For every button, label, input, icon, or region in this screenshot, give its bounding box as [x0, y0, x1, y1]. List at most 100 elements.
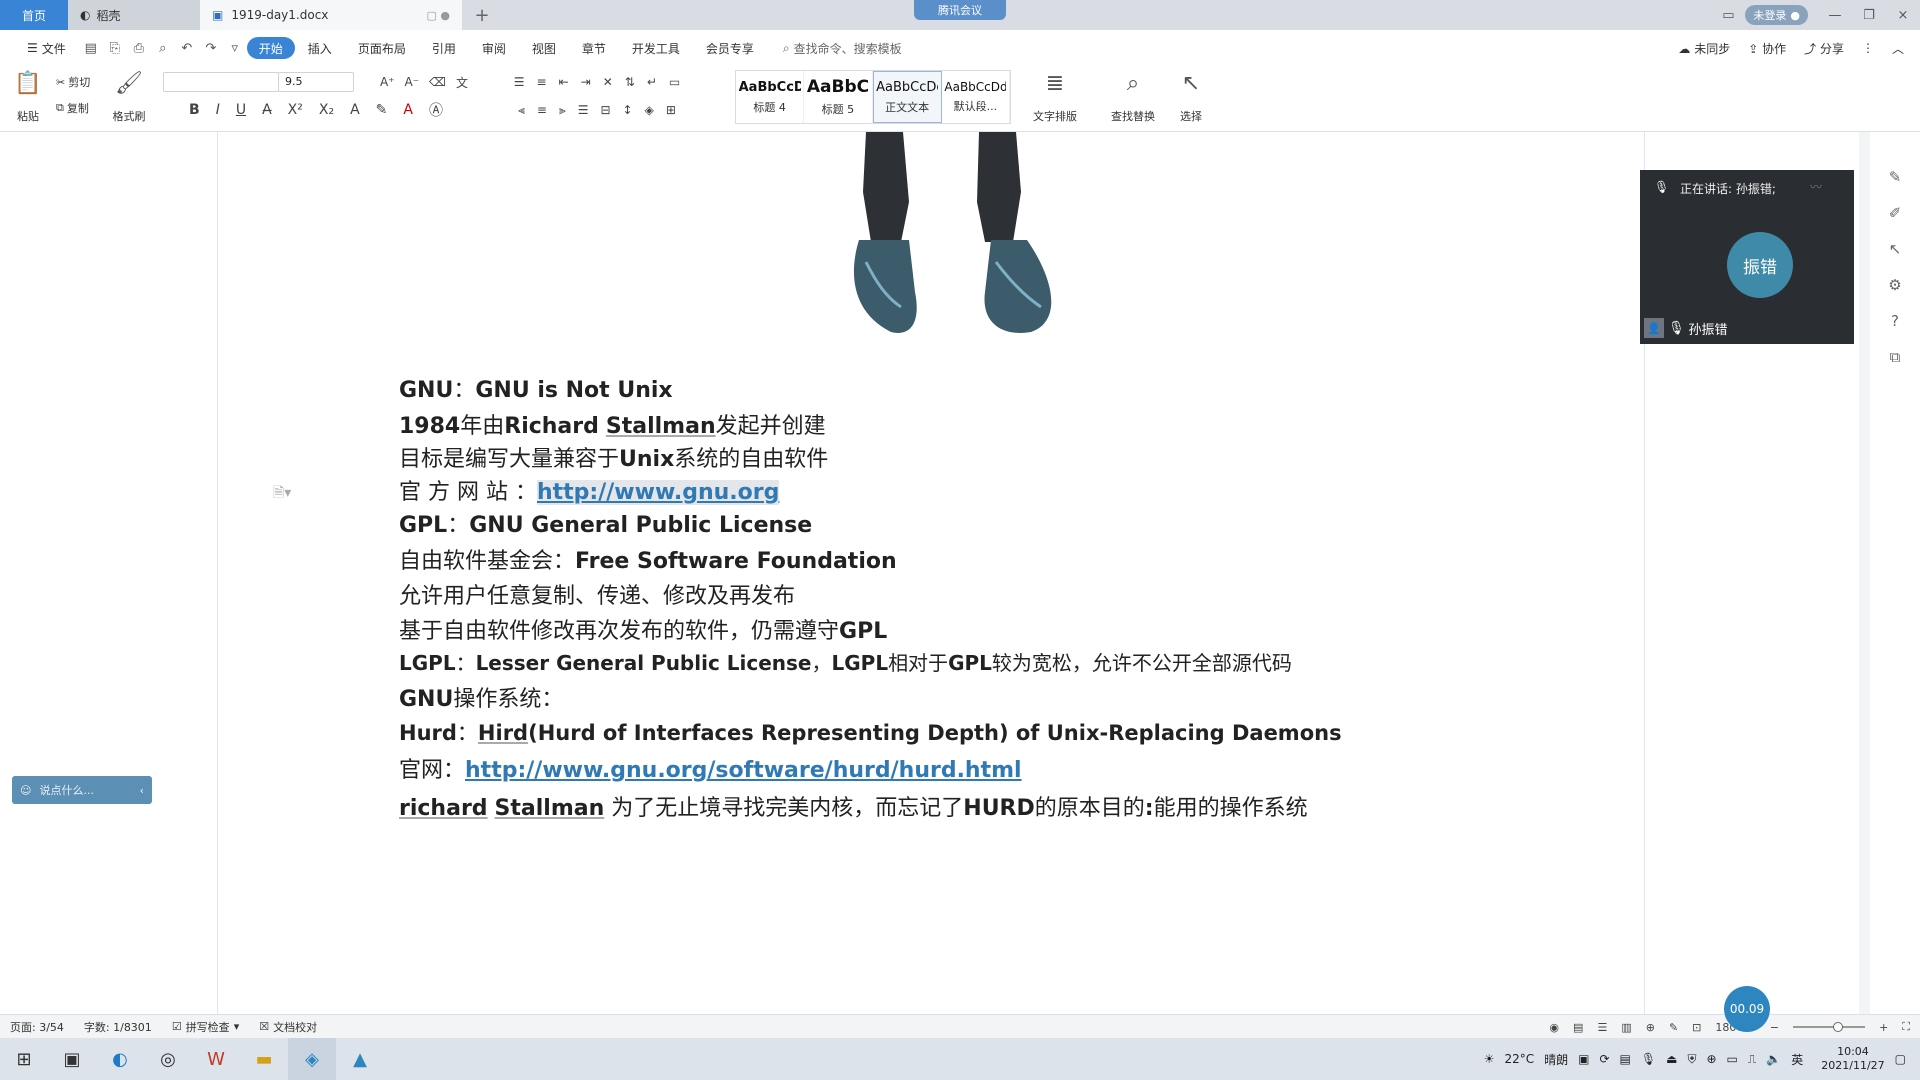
- eye-protection-icon[interactable]: ◉: [1549, 1021, 1559, 1034]
- outline-view-icon[interactable]: ☰: [1597, 1021, 1607, 1034]
- shading-icon[interactable]: ◈: [645, 103, 654, 117]
- shrink-font-icon[interactable]: A⁻: [405, 75, 420, 89]
- font-family-select[interactable]: [163, 72, 279, 92]
- taskbar-app-meeting[interactable]: ◈: [288, 1038, 336, 1080]
- page-view-icon[interactable]: ▤: [1573, 1021, 1583, 1034]
- clear-format-icon[interactable]: ⌫: [429, 75, 446, 89]
- style-default-paragraph[interactable]: AaBbCcDd 默认段...: [942, 71, 1010, 123]
- network-icon[interactable]: ⎍: [1748, 1052, 1756, 1067]
- bullet-list-icon[interactable]: ☰: [514, 75, 525, 89]
- tab-page-layout[interactable]: 页面布局: [345, 37, 419, 59]
- tab-section[interactable]: 章节: [569, 37, 619, 59]
- read-view-icon[interactable]: ▥: [1621, 1021, 1631, 1034]
- style-body-text[interactable]: AaBbCcDc 正文文本: [872, 71, 942, 123]
- customize-icon[interactable]: ▿: [223, 37, 247, 59]
- italic-icon[interactable]: I: [216, 102, 220, 118]
- tab-member[interactable]: 会员专享: [693, 37, 767, 59]
- zoom-in-icon[interactable]: +: [1879, 1021, 1888, 1034]
- print-icon[interactable]: ⎙: [127, 37, 151, 59]
- login-button[interactable]: 未登录 ●: [1745, 5, 1808, 25]
- export-icon[interactable]: ⎘: [103, 37, 127, 59]
- help-icon[interactable]: ?: [1884, 310, 1906, 332]
- proofread-button[interactable]: ☒ 文档校对: [249, 1019, 327, 1035]
- paste-button[interactable]: 📋 粘贴: [8, 70, 48, 124]
- underline-icon[interactable]: U: [236, 102, 246, 118]
- command-search[interactable]: ⌕ 查找命令、搜索模板: [783, 40, 902, 57]
- font-color-icon[interactable]: A: [403, 102, 413, 118]
- tab-review[interactable]: 审阅: [469, 37, 519, 59]
- chinese-layout-icon[interactable]: ✕: [603, 75, 613, 89]
- undo-icon[interactable]: ↶: [175, 37, 199, 59]
- fullscreen-icon[interactable]: ⛶: [1902, 1020, 1910, 1034]
- grow-font-icon[interactable]: A⁺: [380, 75, 395, 89]
- superscript-icon[interactable]: X²: [288, 102, 303, 118]
- highlight-icon[interactable]: ✎: [376, 102, 388, 118]
- write-view-icon[interactable]: ✎: [1669, 1021, 1678, 1034]
- globe-icon[interactable]: ⊕: [1706, 1052, 1716, 1066]
- decrease-indent-icon[interactable]: ⇤: [559, 75, 569, 89]
- share-button[interactable]: ⤴ 分享: [1804, 40, 1844, 57]
- text-layout-button[interactable]: ≣ 文字排版: [1024, 70, 1086, 124]
- weather-icon[interactable]: ☀: [1484, 1052, 1495, 1066]
- zoom-out-icon[interactable]: −: [1770, 1021, 1779, 1034]
- style-heading-5[interactable]: AaBbC 标题 5: [804, 71, 873, 123]
- app-tray-icon[interactable]: ▣: [1578, 1052, 1589, 1066]
- increase-indent-icon[interactable]: ⇥: [581, 75, 591, 89]
- find-replace-button[interactable]: ⌕ 查找替换: [1100, 70, 1166, 124]
- borders-icon[interactable]: ⊞: [666, 103, 676, 117]
- numbered-list-icon[interactable]: ≡: [537, 75, 547, 89]
- preview-icon[interactable]: ⌕: [151, 37, 175, 59]
- tab-view[interactable]: 视图: [519, 37, 569, 59]
- usb-icon[interactable]: ⏏: [1666, 1052, 1677, 1066]
- chat-input-bar[interactable]: ☺ 说点什么... ‹: [12, 776, 152, 804]
- paragraph-marker-icon[interactable]: 🗎▾: [273, 482, 291, 506]
- justify-icon[interactable]: ☰: [578, 103, 589, 117]
- line-break-icon[interactable]: ↵: [647, 75, 657, 89]
- web-view-icon[interactable]: ⊕: [1646, 1021, 1655, 1034]
- document-page[interactable]: 🗎▾ GNU：GNU is Not Unix 1984年由Richard Sta…: [217, 132, 1645, 1014]
- spell-check-button[interactable]: ☑ 拼写检查 ▾: [162, 1019, 249, 1035]
- strikethrough-icon[interactable]: A̶: [262, 102, 272, 118]
- start-button[interactable]: ⊞: [0, 1038, 48, 1080]
- new-tab-button[interactable]: +: [462, 0, 502, 30]
- zoom-slider-knob[interactable]: [1832, 1022, 1843, 1032]
- maximize-button[interactable]: ❐: [1852, 0, 1886, 30]
- collapse-icon[interactable]: ‹: [140, 784, 144, 797]
- tab-home[interactable]: 首页: [0, 0, 68, 30]
- subscript-icon[interactable]: X₂: [319, 102, 334, 118]
- settings-sliders-icon[interactable]: ⚙: [1884, 274, 1906, 296]
- text-effect-icon[interactable]: A: [350, 102, 360, 118]
- ruler-icon[interactable]: ▭: [669, 75, 680, 89]
- tab-developer[interactable]: 开发工具: [619, 37, 693, 59]
- taskbar-app-browser[interactable]: ◎: [144, 1038, 192, 1080]
- sync-button[interactable]: ☁ 未同步: [1678, 40, 1730, 57]
- image-tray-icon[interactable]: ▤: [1620, 1052, 1631, 1066]
- cut-button[interactable]: ✂ 剪切: [56, 72, 90, 92]
- sort-icon[interactable]: ⇅: [625, 75, 635, 89]
- taskbar-app-wps[interactable]: W: [192, 1038, 240, 1080]
- file-menu[interactable]: ☰ 文件: [14, 37, 79, 59]
- battery-icon[interactable]: ▭: [1727, 1052, 1738, 1066]
- clock[interactable]: 10:04 2021/11/27: [1821, 1045, 1884, 1073]
- taskbar-app-terminal[interactable]: ▣: [48, 1038, 96, 1080]
- meeting-indicator[interactable]: 腾讯会议: [914, 0, 1006, 20]
- tab-close-icon[interactable]: ▢ ●: [427, 9, 451, 22]
- microphone-tray-icon[interactable]: 🎙: [1641, 1052, 1656, 1066]
- zoom-slider[interactable]: [1793, 1022, 1866, 1032]
- distribute-icon[interactable]: ⊟: [600, 103, 610, 117]
- hurd-website-link[interactable]: http://www.gnu.org/software/hurd/hurd.ht…: [465, 758, 1022, 783]
- ime-indicator[interactable]: 英: [1791, 1051, 1803, 1068]
- tab-insert[interactable]: 插入: [295, 37, 345, 59]
- backup-icon[interactable]: ⧉: [1884, 346, 1906, 368]
- align-left-icon[interactable]: ⫷: [518, 103, 525, 118]
- align-center-icon[interactable]: ≡: [537, 103, 547, 117]
- gnu-website-link[interactable]: http://www.gnu.org: [536, 480, 780, 505]
- edit-icon[interactable]: ✐: [1884, 202, 1906, 224]
- line-spacing-icon[interactable]: ↕: [623, 103, 633, 117]
- close-button[interactable]: ×: [1886, 0, 1920, 30]
- bold-icon[interactable]: B: [189, 102, 200, 118]
- align-right-icon[interactable]: ⫸: [559, 103, 566, 118]
- meeting-speaker-panel[interactable]: 🎙 正在讲话: 孙振错; 〰 振错 👤 🎙 孙振错: [1640, 170, 1854, 344]
- collapse-ribbon-icon[interactable]: ︿: [1892, 40, 1904, 57]
- taskbar-app-explorer[interactable]: ▬: [240, 1038, 288, 1080]
